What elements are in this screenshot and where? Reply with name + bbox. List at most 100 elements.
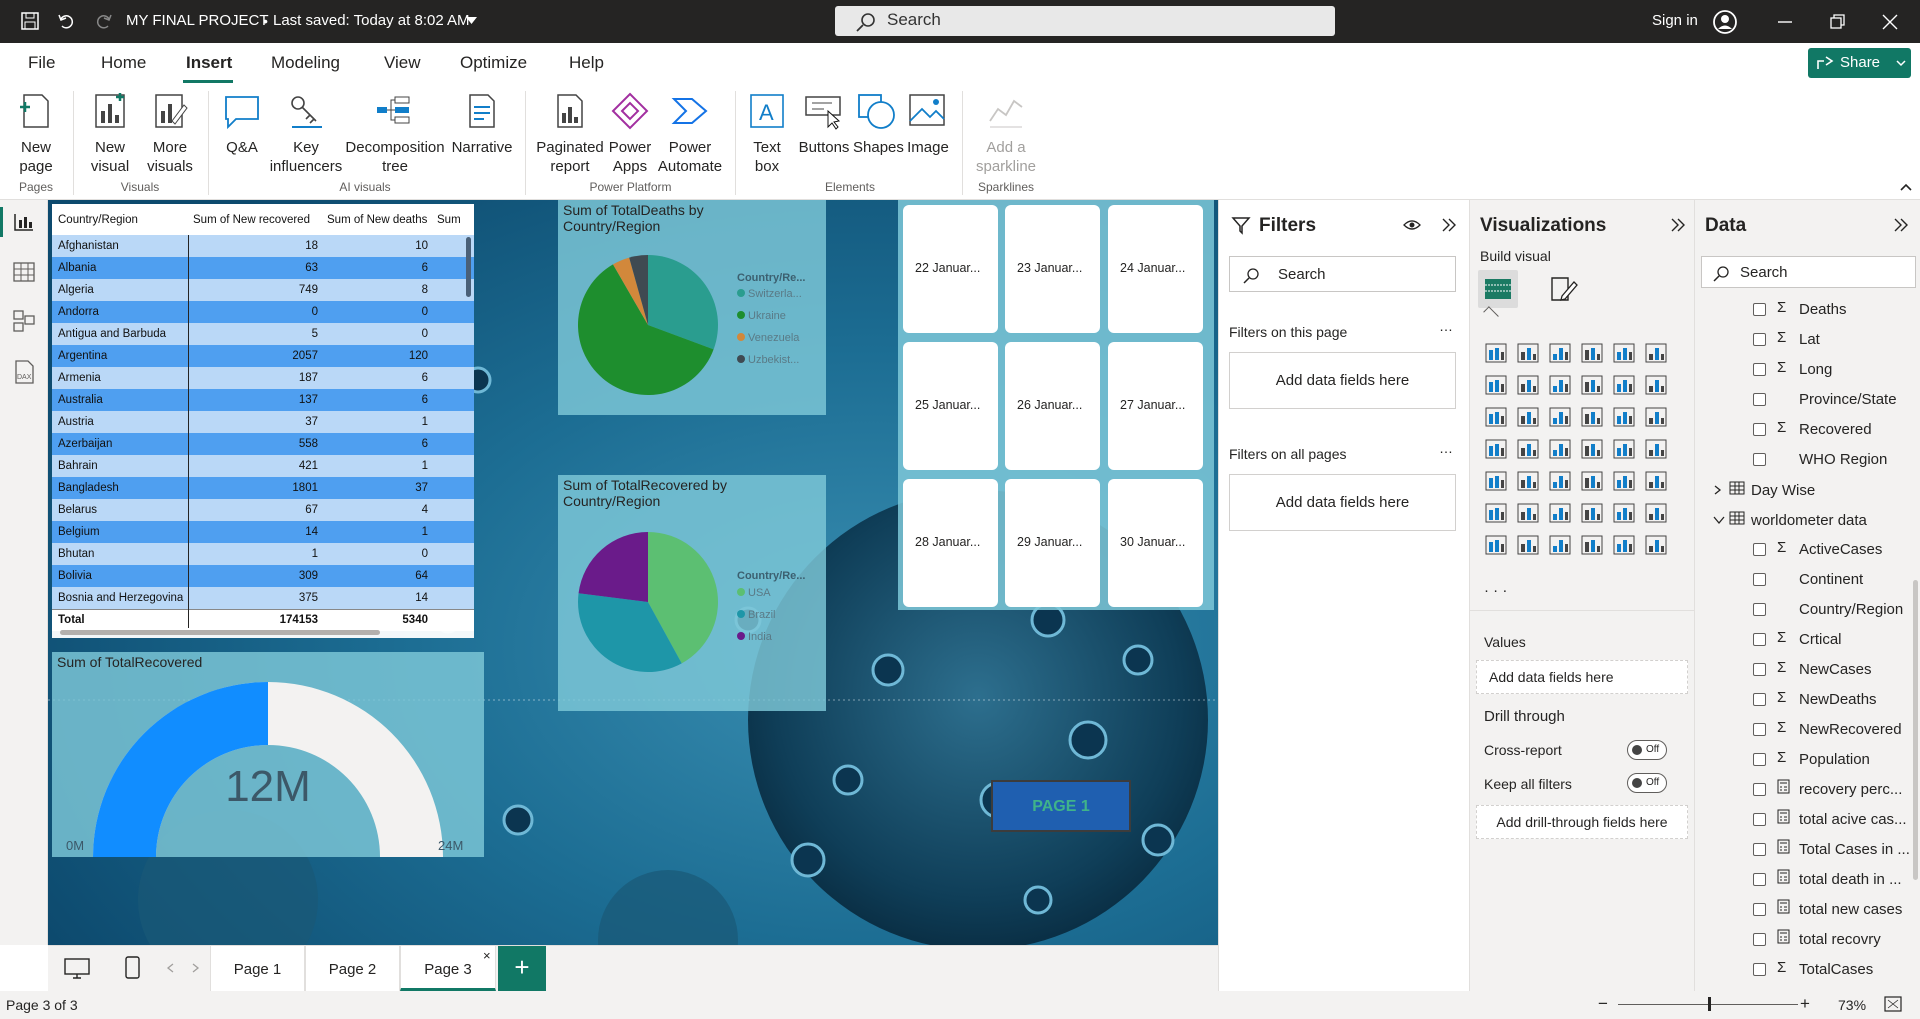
filters-search-input[interactable]: Search xyxy=(1229,256,1456,292)
stacked-area-chart-icon[interactable] xyxy=(1548,374,1572,396)
user-avatar-icon[interactable] xyxy=(1712,9,1738,35)
zoom-in-button[interactable]: + xyxy=(1800,994,1810,1014)
tab-help[interactable]: Help xyxy=(569,53,604,73)
clustered-bar-chart-icon[interactable] xyxy=(1548,342,1572,364)
date-card[interactable]: 22 Januar... xyxy=(903,205,998,333)
pie-chart-icon[interactable] xyxy=(1580,406,1604,428)
column-header[interactable]: Sum xyxy=(434,204,474,235)
data-field[interactable]: Continent xyxy=(1799,571,1863,588)
stacked-column-chart-icon[interactable] xyxy=(1516,342,1540,364)
data-field[interactable]: TotalCases xyxy=(1799,961,1873,978)
area-chart-icon[interactable] xyxy=(1516,374,1540,396)
buttons-button[interactable]: Buttons xyxy=(797,91,851,157)
field-checkbox[interactable] xyxy=(1753,963,1766,976)
tab-modeling[interactable]: Modeling xyxy=(271,53,340,73)
filled-map-icon[interactable] xyxy=(1516,438,1540,460)
table-row[interactable]: Australia 137 6 xyxy=(52,389,474,411)
r-visual-icon[interactable] xyxy=(1612,470,1636,492)
data-field[interactable]: Lat xyxy=(1799,331,1820,348)
pie-chart-recovered[interactable]: Sum of TotalRecovered by Country/Region … xyxy=(558,475,826,711)
tab-file[interactable]: File xyxy=(28,53,55,73)
redo-icon[interactable] xyxy=(94,11,114,31)
data-field[interactable]: Long xyxy=(1799,361,1832,378)
collapse-pane-icon[interactable] xyxy=(1893,217,1909,233)
table-row[interactable]: Belarus 67 4 xyxy=(52,499,474,521)
data-scrollbar[interactable] xyxy=(1913,580,1918,880)
slicer-icon[interactable] xyxy=(1516,470,1540,492)
last-saved[interactable]: Last saved: Today at 8:02 AM xyxy=(273,12,470,29)
table-row[interactable]: Armenia 187 6 xyxy=(52,367,474,389)
decomposition-tree-icon[interactable] xyxy=(1516,502,1540,524)
matrix-visual[interactable]: Country/Region Sum of New recovered Sum … xyxy=(52,204,474,638)
date-card[interactable]: 29 Januar... xyxy=(1005,479,1100,607)
legend-item[interactable]: Brazil xyxy=(737,609,776,621)
keep-filters-toggle[interactable]: Off xyxy=(1627,773,1667,793)
ribbon-chart-icon[interactable] xyxy=(1580,374,1604,396)
table-row[interactable]: Bangladesh 1801 37 xyxy=(52,477,474,499)
cross-report-toggle[interactable]: Off xyxy=(1627,740,1667,760)
field-checkbox[interactable] xyxy=(1753,903,1766,916)
collapse-pane-icon[interactable] xyxy=(1441,217,1457,233)
report-canvas[interactable]: Country/Region Sum of New recovered Sum … xyxy=(48,200,1218,945)
more-options-icon[interactable]: … xyxy=(1439,318,1453,334)
table-row[interactable]: Belgium 14 1 xyxy=(52,521,474,543)
field-checkbox[interactable] xyxy=(1753,693,1766,706)
minimize-icon[interactable] xyxy=(1778,20,1794,24)
custom-visual-icon[interactable] xyxy=(1612,534,1636,556)
scatter-chart-icon[interactable] xyxy=(1548,406,1572,428)
date-card[interactable]: 30 Januar... xyxy=(1108,479,1203,607)
data-field[interactable]: NewRecovered xyxy=(1799,721,1902,738)
column-header[interactable]: Country/Region xyxy=(52,204,190,235)
mobile-layout-icon[interactable] xyxy=(125,956,141,980)
field-checkbox[interactable] xyxy=(1753,873,1766,886)
paginated-report-icon[interactable] xyxy=(1612,502,1636,524)
card-icon[interactable] xyxy=(1612,438,1636,460)
legend-item[interactable]: Ukraine xyxy=(737,310,786,322)
qa-icon[interactable] xyxy=(1548,502,1572,524)
new-visual-button[interactable]: New visual xyxy=(85,91,135,176)
table-row[interactable]: Bolivia 309 64 xyxy=(52,565,474,587)
collapse-pane-icon[interactable] xyxy=(1670,217,1686,233)
next-page-icon[interactable] xyxy=(192,963,200,973)
new-page-button[interactable]: New page xyxy=(8,91,64,176)
funnel-chart-icon[interactable] xyxy=(1516,406,1540,428)
field-checkbox[interactable] xyxy=(1753,933,1766,946)
sign-in-link[interactable]: Sign in xyxy=(1652,12,1698,29)
waterfall-chart-icon[interactable] xyxy=(1484,406,1508,428)
column-header[interactable]: Sum of New deaths xyxy=(324,204,434,235)
data-field[interactable]: total new cases xyxy=(1799,901,1902,918)
date-card[interactable]: 24 Januar... xyxy=(1108,205,1203,333)
fit-to-page-icon[interactable] xyxy=(1884,996,1902,1012)
legend-item[interactable]: USA xyxy=(737,587,771,599)
100-bar-chart-icon[interactable] xyxy=(1612,342,1636,364)
close-icon[interactable] xyxy=(1882,14,1898,30)
decomposition-tree-button[interactable]: Decomposition tree xyxy=(345,91,445,176)
more-visuals-icon[interactable]: · · · xyxy=(1484,582,1507,599)
qa-button[interactable]: Q&A xyxy=(217,91,267,157)
field-checkbox[interactable] xyxy=(1753,573,1766,586)
line-column-chart-icon[interactable] xyxy=(1612,374,1636,396)
zoom-out-button[interactable]: − xyxy=(1598,994,1608,1014)
multi-row-card-icon[interactable] xyxy=(1644,438,1668,460)
image-button[interactable]: Image xyxy=(905,91,951,157)
filters-page-drop-zone[interactable]: Add data fields here xyxy=(1229,352,1456,409)
data-search-input[interactable]: Search xyxy=(1701,256,1916,288)
python-visual-icon[interactable] xyxy=(1644,470,1668,492)
table-row[interactable]: Afghanistan 18 10 xyxy=(52,235,474,257)
chevron-down-icon[interactable] xyxy=(466,17,477,25)
globe-icon[interactable] xyxy=(1644,534,1668,556)
date-cards-slicer[interactable]: 22 Januar... 23 Januar... 24 Januar... 2… xyxy=(898,200,1214,610)
shapes-button[interactable]: Shapes xyxy=(853,91,904,157)
gauge-visual[interactable]: Sum of TotalRecovered 12M 0M 24M xyxy=(52,652,484,857)
table-view-icon[interactable] xyxy=(13,262,35,282)
table-row[interactable]: Azerbaijan 558 6 xyxy=(52,433,474,455)
line-chart-icon[interactable] xyxy=(1484,374,1508,396)
legend-item[interactable]: Venezuela xyxy=(737,332,799,344)
desktop-layout-icon[interactable] xyxy=(64,958,90,980)
data-field[interactable]: Total Cases in ... xyxy=(1799,841,1910,858)
collapse-ribbon-icon[interactable] xyxy=(1900,183,1912,191)
data-field[interactable]: Province/State xyxy=(1799,391,1897,408)
table-row[interactable]: Bosnia and Herzegovina 375 14 xyxy=(52,587,474,609)
table-row[interactable]: Austria 37 1 xyxy=(52,411,474,433)
field-checkbox[interactable] xyxy=(1753,363,1766,376)
